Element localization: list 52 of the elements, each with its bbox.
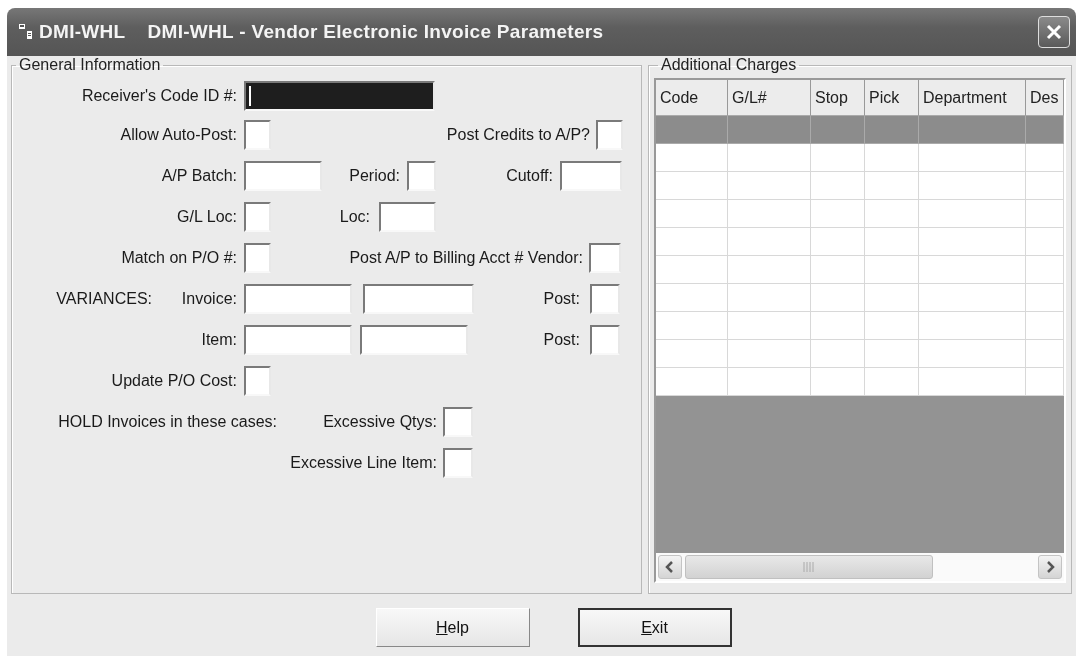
input-box[interactable] <box>443 406 473 437</box>
window-title: DMI-WHL - Vendor Electronic Invoice Parameters <box>147 21 604 43</box>
field-label: Post A/P to Billing Acct # Vendor: <box>348 248 583 267</box>
group-title: General Information <box>18 56 162 74</box>
dialog-button[interactable]: Help <box>375 608 530 647</box>
text-field[interactable] <box>244 324 352 355</box>
input-box[interactable] <box>590 324 620 355</box>
field-label: Item: <box>200 330 237 349</box>
input-box[interactable] <box>407 160 436 191</box>
field-label: Invoice: <box>180 289 237 308</box>
field-label: Period: <box>348 166 400 185</box>
window-icon <box>17 23 35 41</box>
close-icon <box>1044 22 1064 42</box>
horizontal-scrollbar[interactable] <box>656 553 1064 581</box>
text-field[interactable] <box>244 160 322 191</box>
field-label: Loc: <box>338 207 370 226</box>
field-label: G/L Loc: <box>176 207 237 226</box>
text-field[interactable] <box>363 283 474 314</box>
close-button[interactable] <box>1038 16 1070 48</box>
input-box[interactable] <box>244 201 271 232</box>
field-label: Receiver's Code ID #: <box>80 87 237 105</box>
field-label: Excessive Qtys: <box>322 412 437 431</box>
scroll-left-button[interactable] <box>658 555 682 579</box>
grip-icon <box>803 562 815 572</box>
input-box[interactable] <box>443 447 473 478</box>
field-label: Post Credits to A/P? <box>445 125 590 144</box>
field-label: Match on P/O #: <box>120 248 237 267</box>
field-label: Cutoff: <box>505 166 553 185</box>
text-field[interactable] <box>379 201 436 232</box>
field-label: A/P Batch: <box>160 166 237 185</box>
input-box[interactable] <box>244 242 271 273</box>
input-box[interactable] <box>244 365 271 396</box>
text-field[interactable] <box>244 283 352 314</box>
text-field[interactable] <box>244 81 435 111</box>
input-box[interactable] <box>590 283 620 314</box>
section-label: HOLD Invoices in these cases: <box>57 412 277 431</box>
field-label: Excessive Line Item: <box>289 453 437 472</box>
scroll-thumb[interactable] <box>685 555 933 579</box>
input-box[interactable] <box>244 119 271 150</box>
field-label: Post: <box>542 330 580 349</box>
group-title: Additional Charges <box>660 56 798 74</box>
text-field[interactable] <box>560 160 622 191</box>
text-field[interactable] <box>360 324 468 355</box>
scroll-right-button[interactable] <box>1038 555 1062 579</box>
field-label: Allow Auto-Post: <box>119 125 237 144</box>
dialog-button[interactable]: Exit <box>577 608 732 647</box>
section-label: VARIANCES: <box>55 289 152 308</box>
input-box[interactable] <box>589 242 621 273</box>
input-box[interactable] <box>596 119 623 150</box>
app-code: DMI-WHL <box>39 21 126 43</box>
field-label: Update P/O Cost: <box>110 371 237 390</box>
field-label: Post: <box>542 289 580 308</box>
